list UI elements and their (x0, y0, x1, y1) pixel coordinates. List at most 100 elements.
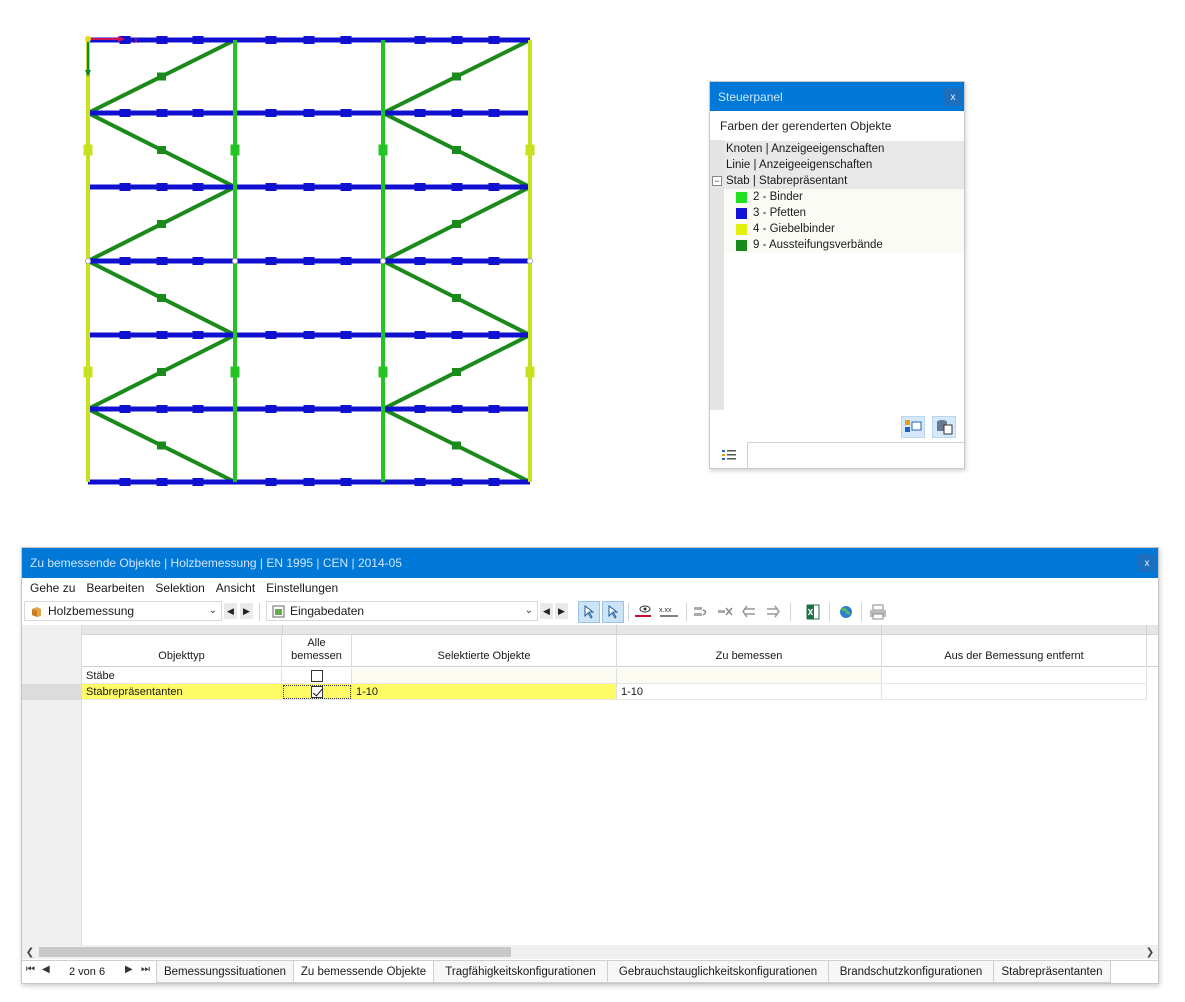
panel-list-tab[interactable] (710, 442, 748, 468)
scrollbar-thumb[interactable] (39, 947, 511, 957)
tree-group-stab[interactable]: Stab | Stabrepräsentant (724, 173, 964, 189)
arrow-left-icon (742, 605, 755, 618)
show-in-model-button[interactable] (632, 601, 654, 623)
module-select[interactable]: Holzbemessung ⌄ (24, 601, 222, 621)
table-cell-zu-bemessen[interactable] (617, 668, 882, 684)
first-page-icon[interactable]: ⏮ (26, 964, 35, 975)
dialog-titlebar[interactable]: Zu bemessende Objekte | Holzbemessung | … (22, 548, 1158, 578)
bracing-midpoint-marker (157, 294, 166, 302)
purlin-marker (192, 257, 204, 265)
column-header-zu-bemessen[interactable]: Zu bemessen (617, 635, 882, 667)
structure-model-view[interactable]: x (80, 30, 540, 492)
table-cell-alle-bemessen[interactable] (282, 684, 352, 700)
dialog-close-button[interactable]: x (1138, 554, 1156, 572)
deselect-objects-button[interactable] (602, 601, 624, 623)
menu-bearbeiten[interactable]: Bearbeiten (81, 581, 149, 595)
purlin-marker (265, 183, 277, 191)
table-cell-objekttyp[interactable]: Stäbe (82, 668, 282, 684)
table-cell-zu-bemessen[interactable]: 1-10 (617, 684, 882, 700)
tab-brandschutzkonfigurationen[interactable]: Brandschutzkonfigurationen (828, 961, 994, 983)
purlin-marker (156, 109, 168, 117)
purlin-marker (265, 36, 277, 44)
alle-bemessen-checkbox[interactable] (310, 685, 323, 698)
tab-stabrepraesentanten[interactable]: Stabrepräsentanten (993, 961, 1111, 983)
global-settings-button[interactable] (835, 601, 857, 623)
column-header-label: Zu bemessen (715, 650, 783, 662)
row-header-selected[interactable] (22, 684, 82, 700)
purlin-marker (303, 405, 315, 413)
data-select[interactable]: Eingabedaten ⌄ (266, 601, 538, 621)
gable-truss-marker (525, 144, 535, 156)
tree-group-knoten[interactable]: Knoten | Anzeigeeigenschaften (724, 141, 964, 157)
menu-einstellungen[interactable]: Einstellungen (261, 581, 343, 595)
assign-button[interactable] (690, 601, 712, 623)
data-select-value: Eingabedaten (290, 604, 365, 618)
remove-button[interactable] (714, 601, 736, 623)
database-button[interactable] (932, 416, 956, 438)
purlin-marker (488, 331, 500, 339)
control-panel-titlebar[interactable]: Steuerpanel x (710, 82, 964, 111)
table-cell-selektierte[interactable] (352, 668, 617, 684)
column-header-entfernt[interactable]: Aus der Bemessung entfernt (882, 635, 1147, 667)
control-panel-close-button[interactable]: x (944, 88, 962, 106)
purlin-marker (414, 36, 426, 44)
tree-group-linie[interactable]: Linie | Anzeigeeigenschaften (724, 157, 964, 173)
purlin-marker (451, 109, 463, 117)
purlin-marker (451, 36, 463, 44)
collapse-toggle-icon[interactable]: − (712, 176, 722, 186)
data-next-button[interactable]: ▶ (555, 603, 568, 619)
scroll-left-icon[interactable]: ❮ (23, 945, 37, 959)
column-header-objekttyp[interactable]: Objekttyp (82, 635, 282, 667)
last-page-icon[interactable]: ⏭ (141, 964, 150, 975)
tab-zu-bemessende-objekte[interactable]: Zu bemessende Objekte (293, 961, 434, 983)
menu-gehe-zu[interactable]: Gehe zu (25, 581, 80, 595)
menu-ansicht[interactable]: Ansicht (211, 581, 260, 595)
next-page-icon[interactable]: ▶ (125, 964, 133, 975)
select-objects-button[interactable] (578, 601, 600, 623)
purlin-marker (414, 183, 426, 191)
bracing-midpoint-marker (452, 72, 461, 81)
purlin-marker (488, 109, 500, 117)
move-left-button[interactable] (738, 601, 760, 623)
column-header-alle-bemessen[interactable]: Alle bemessen (282, 635, 352, 667)
print-button[interactable] (867, 601, 889, 623)
column-header-filler (1147, 635, 1158, 667)
excel-export-button[interactable] (802, 601, 824, 623)
svg-text:x.xx: x.xx (659, 607, 672, 614)
tab-bemessungssituationen[interactable]: Bemessungssituationen (156, 961, 294, 983)
module-prev-button[interactable]: ◀ (224, 603, 237, 619)
purlin-marker (488, 183, 500, 191)
move-right-button[interactable] (762, 601, 784, 623)
purlin-marker (156, 36, 168, 44)
horizontal-scrollbar[interactable]: ❮ ❯ (22, 945, 1158, 959)
column-header-selektierte-objekte[interactable]: Selektierte Objekte (352, 635, 617, 667)
color-swatch (736, 239, 747, 251)
row-header-column (22, 625, 82, 945)
tab-tragfaehigkeitskonfigurationen[interactable]: Tragfähigkeitskonfigurationen (433, 961, 608, 983)
table-cell-entfernt[interactable] (882, 668, 1147, 684)
purlin-marker (192, 109, 204, 117)
prev-page-icon[interactable]: ◀ (42, 964, 50, 975)
purlin-marker (303, 183, 315, 191)
color-legend-icon (905, 420, 922, 432)
table-cell-alle-bemessen[interactable] (282, 668, 352, 684)
purlin-marker (414, 109, 426, 117)
values-button[interactable]: x.xx (658, 601, 680, 623)
alle-bemessen-checkbox[interactable] (310, 669, 323, 682)
bracing-midpoint-marker (452, 294, 461, 302)
purlin-members (88, 36, 530, 486)
scroll-right-icon[interactable]: ❯ (1143, 945, 1157, 959)
tab-gebrauchstauglichkeitskonfigurationen[interactable]: Gebrauchstauglichkeitskonfigurationen (607, 961, 829, 983)
color-legend-button[interactable] (901, 416, 925, 438)
control-panel-title: Steuerpanel (718, 89, 783, 104)
control-panel-footer (710, 442, 964, 468)
table-cell-selektierte[interactable]: 1-10 (352, 684, 617, 700)
purlin-marker (192, 36, 204, 44)
globe-icon (840, 606, 852, 618)
module-next-button[interactable]: ▶ (240, 603, 253, 619)
menu-selektion[interactable]: Selektion (150, 581, 209, 595)
member-node (527, 258, 533, 264)
data-prev-button[interactable]: ◀ (540, 603, 553, 619)
table-cell-objekttyp[interactable]: Stabrepräsentanten (82, 684, 282, 700)
table-cell-entfernt[interactable] (882, 684, 1147, 700)
